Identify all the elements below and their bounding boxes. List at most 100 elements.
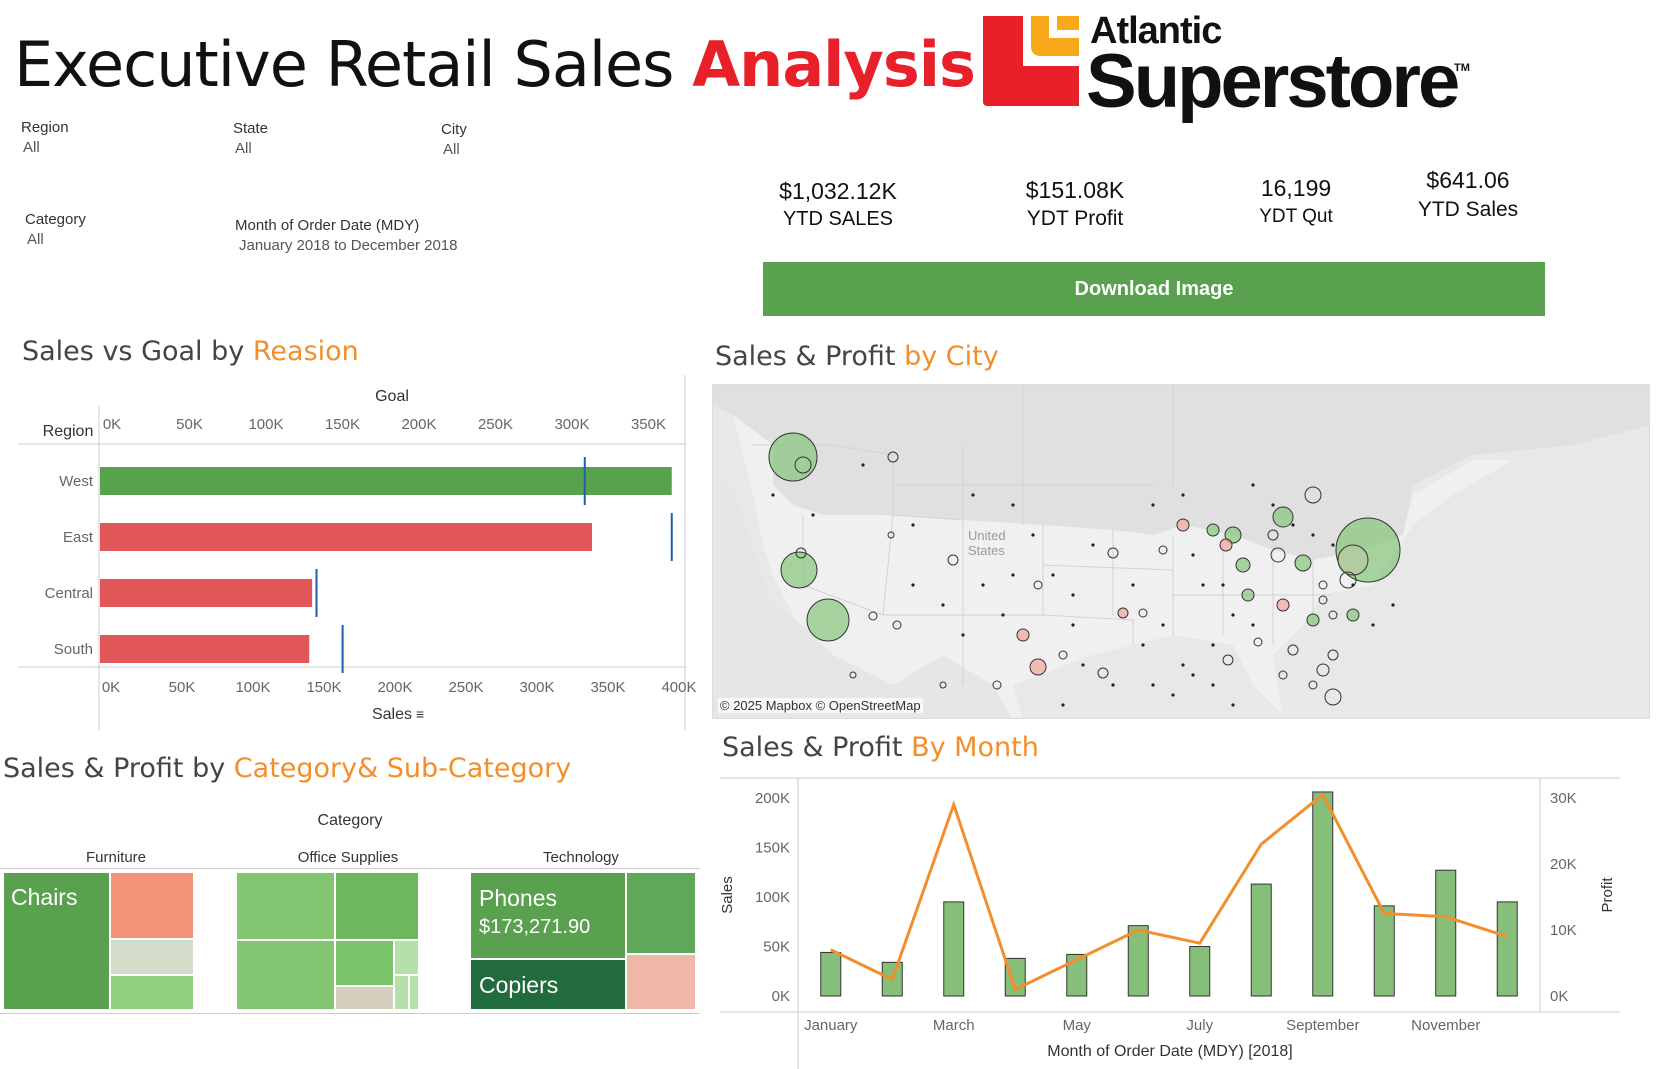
sales-bar[interactable] [1435,869,1457,997]
treemap-cell[interactable] [395,976,408,1009]
filter-state[interactable]: State All [233,120,268,157]
city-dot[interactable] [1191,553,1195,557]
filter-state-value[interactable]: All [235,140,268,157]
city-dot[interactable] [1071,623,1075,627]
city-dot[interactable] [1091,543,1095,547]
filter-city[interactable]: City All [441,121,467,158]
sort-icon[interactable]: ≡ [416,706,424,722]
city-mark[interactable] [1219,538,1233,552]
map-attribution[interactable]: © 2025 Mapbox © OpenStreetMap [718,698,923,713]
city-dot[interactable] [1201,583,1205,587]
city-dot[interactable] [1331,543,1335,547]
city-dot[interactable] [771,493,775,497]
city-dot[interactable] [1141,643,1145,647]
city-dot[interactable] [1291,523,1295,527]
city-dot[interactable] [1171,693,1175,697]
city-dot[interactable] [911,583,915,587]
city-dot[interactable] [1081,663,1085,667]
city-dot[interactable] [1181,663,1185,667]
city-mark[interactable] [1235,557,1251,573]
treemap-cell[interactable] [336,987,393,1009]
filter-month[interactable]: Month of Order Date (MDY) January 2018 t… [235,217,457,254]
treemap-cell[interactable] [237,941,334,1009]
city-mark[interactable] [1294,554,1312,572]
city-dot[interactable] [961,633,965,637]
treemap-cell[interactable] [111,940,193,974]
city-dot[interactable] [1251,623,1255,627]
city-dot[interactable] [1351,583,1355,587]
city-dot[interactable] [1211,683,1215,687]
city-dot[interactable] [1181,493,1185,497]
treemap-cell[interactable] [336,941,393,985]
treemap-cell[interactable] [395,941,418,974]
treemap-cell-phones[interactable]: Phones $173,271.90 [471,873,625,958]
treemap-cell-copiers[interactable]: Copiers [471,960,625,1009]
sales-bar[interactable] [1250,883,1272,997]
city-mark[interactable] [1318,595,1328,605]
sales-bar[interactable] [943,901,965,997]
city-dot[interactable] [1011,503,1015,507]
sales-bar[interactable] [100,635,310,663]
city-dot[interactable] [1191,673,1195,677]
city-mark[interactable] [1324,688,1342,706]
filter-city-value[interactable]: All [443,141,467,158]
treemap-cell[interactable] [627,873,695,953]
city-dot[interactable] [1131,583,1135,587]
sales-bar[interactable] [100,523,592,551]
city-mark[interactable] [1346,608,1360,622]
city-mark[interactable] [806,598,850,642]
sales-bar[interactable] [820,951,842,997]
treemap-cell[interactable] [237,873,334,939]
map-canvas[interactable]: United States [713,385,1650,719]
city-dot[interactable] [1311,533,1315,537]
sales-bar[interactable] [1189,945,1211,997]
city-dot[interactable] [1251,483,1255,487]
filter-category-value[interactable]: All [27,231,86,248]
city-mark[interactable] [1176,518,1190,532]
city-dot[interactable] [971,493,975,497]
city-dot[interactable] [1071,593,1075,597]
filter-region-value[interactable]: All [23,139,69,156]
treemap-cell[interactable] [336,873,418,939]
city-mark[interactable] [1337,544,1369,576]
city-dot[interactable] [1271,503,1275,507]
city-mark[interactable] [1287,644,1299,656]
city-mark[interactable] [1241,588,1255,602]
treemap-cell[interactable] [111,976,193,1009]
download-image-button[interactable]: Download Image [763,262,1545,316]
city-dot[interactable] [1151,503,1155,507]
filter-region[interactable]: Region All [21,119,69,156]
sales-bar[interactable] [1312,791,1334,997]
city-dot[interactable] [1111,683,1115,687]
city-dot[interactable] [1161,623,1165,627]
city-mark[interactable] [1306,613,1320,627]
city-dot[interactable] [941,603,945,607]
city-mark[interactable] [1308,680,1318,690]
city-dot[interactable] [1011,573,1015,577]
city-dot[interactable] [981,583,985,587]
treemap-cell[interactable] [410,976,418,1009]
city-dot[interactable] [1001,613,1005,617]
city-dot[interactable] [1231,703,1235,707]
city-mark[interactable] [1016,628,1030,642]
city-dot[interactable] [1391,603,1395,607]
city-dot[interactable] [1151,683,1155,687]
city-mark[interactable] [1222,654,1234,666]
sales-bar[interactable] [1496,901,1518,997]
city-dot[interactable] [1061,703,1065,707]
city-mark[interactable] [1278,670,1288,680]
city-dot[interactable] [811,513,815,517]
city-map[interactable]: United States [712,384,1650,719]
sales-bar[interactable] [1373,905,1395,997]
city-mark[interactable] [1272,506,1294,528]
city-dot[interactable] [1371,623,1375,627]
city-mark[interactable] [1117,607,1129,619]
city-mark[interactable] [768,432,818,482]
city-mark[interactable] [1316,663,1330,677]
city-dot[interactable] [1231,613,1235,617]
treemap-cell[interactable] [111,873,193,938]
city-dot[interactable] [861,463,865,467]
filter-month-value[interactable]: January 2018 to December 2018 [239,237,457,254]
city-mark[interactable] [1206,523,1220,537]
sales-bar[interactable] [100,579,313,607]
